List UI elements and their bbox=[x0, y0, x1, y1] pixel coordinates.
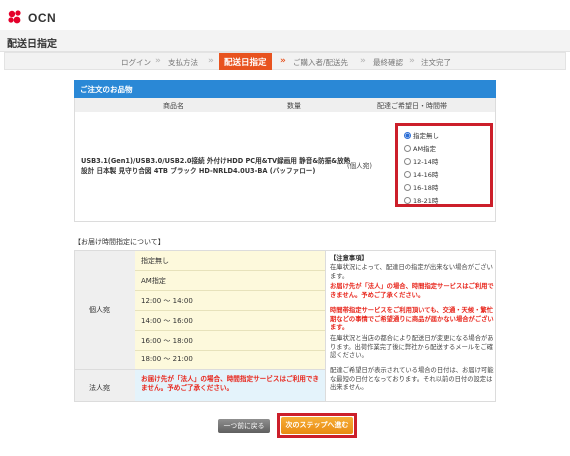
order-column-headers: 商品名 数量 配達ご希望日・時間帯 bbox=[75, 98, 495, 112]
caution-note-corporate: お届け先が「法人」の場合、時間指定サービスはご利用できません。予めご了承ください… bbox=[330, 283, 494, 299]
caution-notes: 【注意事項】 在庫状況によって、配達日の指定が出来ない場合がございます。 お届け… bbox=[325, 251, 495, 401]
step-confirm: 最終確認 bbox=[373, 58, 403, 67]
radio-12-14[interactable]: 12-14時 bbox=[404, 156, 438, 166]
corporate-label: 法人宛 bbox=[89, 384, 110, 392]
recipient-type: (個人宛) bbox=[347, 162, 372, 170]
back-button[interactable]: 一つ前に戻る bbox=[218, 419, 270, 433]
time-slot-label: AM指定 bbox=[141, 277, 166, 285]
column-product: 商品名 bbox=[163, 102, 184, 110]
delivery-time-options: 指定無し AM指定 12-14時 14-16時 16-18時 18-21時 bbox=[395, 123, 493, 207]
order-panel-header: ご注文のお品物 bbox=[74, 80, 496, 98]
corporate-warning: お届け先が「法人」の場合、時間指定サービスはご利用できません。予めご了承ください… bbox=[141, 375, 320, 392]
radio-am[interactable]: AM指定 bbox=[404, 143, 436, 153]
time-slot: 16:00 ～ 18:00 bbox=[135, 331, 325, 351]
caution-note-stock: 在庫状況によって、配達日の指定が出来ない場合がございます。 bbox=[330, 264, 493, 280]
radio-unselected-icon bbox=[404, 158, 411, 165]
time-slot-label: 18:00 ～ 21:00 bbox=[141, 355, 193, 363]
time-slot-label: 12:00 ～ 14:00 bbox=[141, 297, 193, 305]
time-slot: 指定無し bbox=[135, 251, 325, 271]
column-quantity: 数量 bbox=[287, 102, 301, 110]
recipient-label-column: 個人宛 法人宛 bbox=[75, 251, 135, 401]
caution-note-earliest: 配達ご希望日が表示されている場合の日付は、お届け可能な最短の日付となっております… bbox=[330, 367, 494, 391]
step-chevron-icon: » bbox=[208, 56, 214, 66]
radio-label: 14-16時 bbox=[413, 171, 439, 179]
radio-label: 18-21時 bbox=[413, 197, 439, 205]
step-login: ログイン bbox=[121, 58, 151, 67]
radio-unselected-icon bbox=[404, 171, 411, 178]
radio-18-21[interactable]: 18-21時 bbox=[404, 195, 438, 205]
radio-unselected-icon bbox=[404, 197, 411, 204]
corporate-warning-cell: お届け先が「法人」の場合、時間指定サービスはご利用できません。予めご了承ください… bbox=[135, 369, 325, 401]
caution-note-delay: 時間帯指定サービスをご利用頂いても、交通・天候・繁忙期などの事情でご希望通りに商… bbox=[330, 307, 494, 331]
time-slot: AM指定 bbox=[135, 271, 325, 291]
radio-label: 指定無し bbox=[413, 132, 439, 140]
radio-unselected-icon bbox=[404, 145, 411, 152]
product-name: USB3.1(Gen1)/USB3.0/USB2.0接続 外付けHDD PC用&… bbox=[81, 157, 351, 175]
radio-label: 12-14時 bbox=[413, 158, 439, 166]
radio-16-18[interactable]: 16-18時 bbox=[404, 182, 438, 192]
step-chevron-icon: » bbox=[155, 56, 161, 66]
time-slot: 18:00 ～ 21:00 bbox=[135, 349, 325, 369]
step-complete: 注文完了 bbox=[421, 58, 451, 67]
time-slot: 14:00 ～ 16:00 bbox=[135, 311, 325, 331]
step-delivery-date: 配送日指定 bbox=[219, 53, 272, 70]
column-delivery: 配達ご希望日・時間帯 bbox=[377, 102, 447, 110]
step-chevron-icon: » bbox=[360, 56, 366, 66]
caution-note-change: 在庫状況と当店の都合により配送日が変更になる場合があります。出荷作業完了後に弊社… bbox=[330, 335, 494, 359]
order-panel-title: ご注文のお品物 bbox=[80, 85, 133, 94]
caution-heading: 【注意事項】 bbox=[330, 255, 368, 262]
radio-14-16[interactable]: 14-16時 bbox=[404, 169, 438, 179]
radio-no-preference[interactable]: 指定無し bbox=[404, 130, 439, 140]
page-title: 配送日指定 bbox=[7, 39, 57, 50]
step-payment: 支払方法 bbox=[168, 58, 198, 67]
next-step-button[interactable]: 次のステップへ進む bbox=[281, 417, 353, 434]
row-divider bbox=[75, 369, 135, 370]
page-title-bar: 配送日指定 bbox=[0, 30, 570, 52]
radio-selected-icon bbox=[404, 132, 411, 139]
next-button-highlight: 次のステップへ進む bbox=[277, 413, 357, 438]
time-info-table: 個人宛 法人宛 指定無し AM指定 12:00 ～ 14:00 14:00 ～ … bbox=[74, 250, 496, 402]
time-slot-list: 指定無し AM指定 12:00 ～ 14:00 14:00 ～ 16:00 16… bbox=[135, 251, 325, 369]
step-chevron-icon: » bbox=[280, 56, 286, 66]
time-slot-label: 指定無し bbox=[141, 257, 169, 265]
ocn-logo-icon bbox=[8, 10, 21, 24]
radio-unselected-icon bbox=[404, 184, 411, 191]
radio-label: AM指定 bbox=[413, 145, 437, 153]
radio-label: 16-18時 bbox=[413, 184, 439, 192]
checkout-steps: ログイン » 支払方法 » 配送日指定 » ご購入者/配送先 » 最終確認 » … bbox=[4, 52, 566, 70]
brand-logo[interactable]: OCN bbox=[6, 6, 86, 28]
time-info-title: 【お届け時間指定について】 bbox=[74, 238, 165, 246]
order-panel: 商品名 数量 配達ご希望日・時間帯 USB3.1(Gen1)/USB3.0/US… bbox=[74, 98, 496, 222]
brand-name: OCN bbox=[28, 11, 57, 25]
time-slot-label: 16:00 ～ 18:00 bbox=[141, 337, 193, 345]
step-purchaser: ご購入者/配送先 bbox=[293, 58, 349, 67]
time-slot-label: 14:00 ～ 16:00 bbox=[141, 317, 193, 325]
personal-label: 個人宛 bbox=[89, 306, 110, 314]
time-slot: 12:00 ～ 14:00 bbox=[135, 291, 325, 311]
step-chevron-icon: » bbox=[409, 56, 415, 66]
